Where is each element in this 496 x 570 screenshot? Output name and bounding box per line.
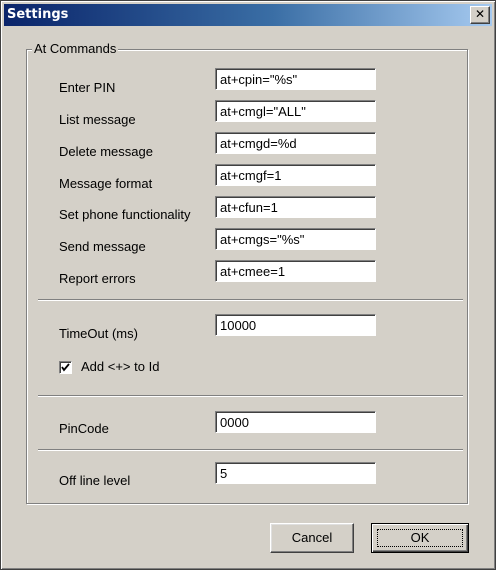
add-plus-label: Add <+> to Id bbox=[81, 359, 160, 374]
checkmark-icon bbox=[61, 363, 70, 372]
message-format-label: Message format bbox=[59, 176, 153, 191]
enter-pin-label: Enter PIN bbox=[59, 80, 116, 95]
group-label: At Commands bbox=[32, 41, 119, 56]
list-message-label: List message bbox=[59, 112, 136, 127]
pincode-field[interactable]: 0000 bbox=[215, 411, 376, 433]
set-phone-functionality-label: Set phone functionality bbox=[59, 207, 191, 222]
separator bbox=[38, 299, 463, 301]
add-plus-checkbox[interactable] bbox=[59, 361, 72, 374]
pincode-label: PinCode bbox=[59, 421, 109, 436]
set-phone-functionality-field[interactable]: at+cfun=1 bbox=[215, 196, 376, 218]
timeout-label: TimeOut (ms) bbox=[59, 326, 138, 341]
separator bbox=[38, 449, 463, 451]
timeout-field[interactable]: 10000 bbox=[215, 314, 376, 336]
cancel-button[interactable]: Cancel bbox=[270, 523, 354, 553]
window-title: Settings bbox=[7, 7, 69, 22]
enter-pin-field[interactable]: at+cpin="%s" bbox=[215, 68, 376, 90]
report-errors-label: Report errors bbox=[59, 271, 136, 286]
list-message-field[interactable]: at+cmgl="ALL" bbox=[215, 100, 376, 122]
offline-level-field[interactable]: 5 bbox=[215, 462, 376, 484]
focus-ring bbox=[377, 529, 463, 547]
separator bbox=[38, 395, 463, 397]
send-message-field[interactable]: at+cmgs="%s" bbox=[215, 228, 376, 250]
delete-message-label: Delete message bbox=[59, 144, 153, 159]
close-icon: ✕ bbox=[474, 7, 486, 21]
message-format-field[interactable]: at+cmgf=1 bbox=[215, 164, 376, 186]
title-bar[interactable]: Settings ✕ bbox=[4, 4, 492, 26]
offline-level-label: Off line level bbox=[59, 473, 131, 488]
report-errors-field[interactable]: at+cmee=1 bbox=[215, 260, 376, 282]
delete-message-field[interactable]: at+cmgd=%d bbox=[215, 132, 376, 154]
close-button[interactable]: ✕ bbox=[470, 6, 490, 24]
send-message-label: Send message bbox=[59, 239, 146, 254]
ok-button[interactable]: OK bbox=[371, 523, 469, 553]
